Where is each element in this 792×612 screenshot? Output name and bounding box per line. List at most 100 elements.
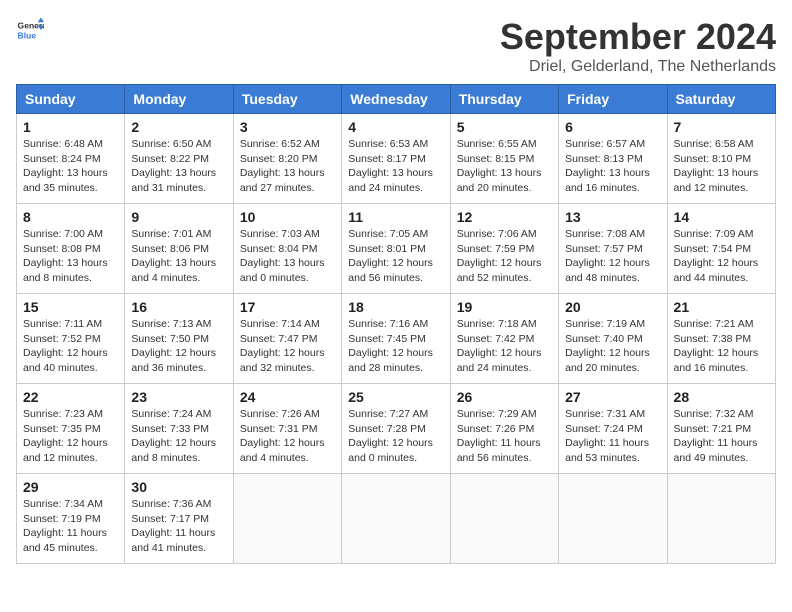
day-number: 15 — [23, 299, 118, 315]
day-info: Sunrise: 7:13 AM Sunset: 7:50 PM Dayligh… — [131, 317, 226, 376]
calendar-cell: 4 Sunrise: 6:53 AM Sunset: 8:17 PM Daylig… — [342, 114, 450, 204]
day-number: 11 — [348, 209, 443, 225]
calendar-table: SundayMondayTuesdayWednesdayThursdayFrid… — [16, 84, 776, 564]
calendar-cell: 3Sunrise: 6:52 AM Sunset: 8:20 PM Daylig… — [233, 114, 341, 204]
month-title: September 2024 — [500, 16, 776, 58]
calendar-cell: 10 Sunrise: 7:03 AM Sunset: 8:04 PM Dayli… — [233, 204, 341, 294]
calendar-cell: 27 Sunrise: 7:31 AM Sunset: 7:24 PM Dayli… — [559, 384, 667, 474]
day-info: Sunrise: 7:08 AM Sunset: 7:57 PM Dayligh… — [565, 227, 660, 286]
calendar-cell — [450, 474, 558, 564]
day-info: Sunrise: 7:26 AM Sunset: 7:31 PM Dayligh… — [240, 407, 335, 466]
day-number: 3 — [240, 119, 335, 135]
day-info: Sunrise: 7:21 AM Sunset: 7:38 PM Dayligh… — [674, 317, 769, 376]
calendar-cell: 5Sunrise: 6:55 AM Sunset: 8:15 PM Daylig… — [450, 114, 558, 204]
day-number: 29 — [23, 479, 118, 495]
calendar-cell — [342, 474, 450, 564]
calendar-cell: 1 Sunrise: 6:48 AM Sunset: 8:24 PM Daylig… — [17, 114, 125, 204]
day-number: 1 — [23, 119, 118, 135]
column-header-thursday: Thursday — [450, 85, 558, 114]
calendar-cell: 14 Sunrise: 7:09 AM Sunset: 7:54 PM Dayli… — [667, 204, 775, 294]
day-number: 2 — [131, 119, 226, 135]
calendar-cell — [233, 474, 341, 564]
calendar-cell: 25 Sunrise: 7:27 AM Sunset: 7:28 PM Dayli… — [342, 384, 450, 474]
day-info: Sunrise: 7:19 AM Sunset: 7:40 PM Dayligh… — [565, 317, 660, 376]
column-header-sunday: Sunday — [17, 85, 125, 114]
day-number: 8 — [23, 209, 118, 225]
calendar-cell: 2Sunrise: 6:50 AM Sunset: 8:22 PM Daylig… — [125, 114, 233, 204]
calendar-week-row: 1 Sunrise: 6:48 AM Sunset: 8:24 PM Daylig… — [17, 114, 776, 204]
calendar-week-row: 22Sunrise: 7:23 AM Sunset: 7:35 PM Dayli… — [17, 384, 776, 474]
calendar-week-row: 15 Sunrise: 7:11 AM Sunset: 7:52 PM Dayli… — [17, 294, 776, 384]
column-header-tuesday: Tuesday — [233, 85, 341, 114]
day-info: Sunrise: 7:29 AM Sunset: 7:26 PM Dayligh… — [457, 407, 552, 466]
calendar-cell: 21Sunrise: 7:21 AM Sunset: 7:38 PM Dayli… — [667, 294, 775, 384]
calendar-cell: 12 Sunrise: 7:06 AM Sunset: 7:59 PM Dayli… — [450, 204, 558, 294]
day-number: 27 — [565, 389, 660, 405]
day-number: 9 — [131, 209, 226, 225]
column-header-friday: Friday — [559, 85, 667, 114]
day-number: 20 — [565, 299, 660, 315]
calendar-cell: 29 Sunrise: 7:34 AM Sunset: 7:19 PM Dayli… — [17, 474, 125, 564]
calendar-cell: 30 Sunrise: 7:36 AM Sunset: 7:17 PM Dayli… — [125, 474, 233, 564]
day-info: Sunrise: 7:36 AM Sunset: 7:17 PM Dayligh… — [131, 497, 226, 556]
day-number: 5 — [457, 119, 552, 135]
day-number: 28 — [674, 389, 769, 405]
calendar-week-row: 29 Sunrise: 7:34 AM Sunset: 7:19 PM Dayli… — [17, 474, 776, 564]
day-number: 23 — [131, 389, 226, 405]
location-subtitle: Driel, Gelderland, The Netherlands — [500, 58, 776, 76]
day-number: 13 — [565, 209, 660, 225]
calendar-cell: 26Sunrise: 7:29 AM Sunset: 7:26 PM Dayli… — [450, 384, 558, 474]
calendar-header-row: SundayMondayTuesdayWednesdayThursdayFrid… — [17, 85, 776, 114]
day-info: Sunrise: 7:11 AM Sunset: 7:52 PM Dayligh… — [23, 317, 118, 376]
day-info: Sunrise: 6:58 AM Sunset: 8:10 PM Dayligh… — [674, 137, 769, 196]
day-number: 16 — [131, 299, 226, 315]
day-info: Sunrise: 7:00 AM Sunset: 8:08 PM Dayligh… — [23, 227, 118, 286]
day-info: Sunrise: 6:48 AM Sunset: 8:24 PM Dayligh… — [23, 137, 118, 196]
calendar-cell: 15 Sunrise: 7:11 AM Sunset: 7:52 PM Dayli… — [17, 294, 125, 384]
day-number: 7 — [674, 119, 769, 135]
day-info: Sunrise: 7:31 AM Sunset: 7:24 PM Dayligh… — [565, 407, 660, 466]
day-info: Sunrise: 7:01 AM Sunset: 8:06 PM Dayligh… — [131, 227, 226, 286]
calendar-cell: 7 Sunrise: 6:58 AM Sunset: 8:10 PM Daylig… — [667, 114, 775, 204]
column-header-wednesday: Wednesday — [342, 85, 450, 114]
day-number: 18 — [348, 299, 443, 315]
calendar-cell — [667, 474, 775, 564]
logo: General Blue — [16, 16, 48, 44]
calendar-cell: 24 Sunrise: 7:26 AM Sunset: 7:31 PM Dayli… — [233, 384, 341, 474]
calendar-cell: 13 Sunrise: 7:08 AM Sunset: 7:57 PM Dayli… — [559, 204, 667, 294]
day-number: 30 — [131, 479, 226, 495]
day-info: Sunrise: 7:34 AM Sunset: 7:19 PM Dayligh… — [23, 497, 118, 556]
svg-text:Blue: Blue — [18, 31, 37, 41]
day-number: 19 — [457, 299, 552, 315]
calendar-cell: 20 Sunrise: 7:19 AM Sunset: 7:40 PM Dayli… — [559, 294, 667, 384]
day-info: Sunrise: 7:14 AM Sunset: 7:47 PM Dayligh… — [240, 317, 335, 376]
day-number: 14 — [674, 209, 769, 225]
day-number: 4 — [348, 119, 443, 135]
logo-icon: General Blue — [16, 16, 44, 44]
day-info: Sunrise: 6:57 AM Sunset: 8:13 PM Dayligh… — [565, 137, 660, 196]
calendar-cell: 18 Sunrise: 7:16 AM Sunset: 7:45 PM Dayli… — [342, 294, 450, 384]
day-number: 10 — [240, 209, 335, 225]
day-info: Sunrise: 6:53 AM Sunset: 8:17 PM Dayligh… — [348, 137, 443, 196]
day-info: Sunrise: 7:23 AM Sunset: 7:35 PM Dayligh… — [23, 407, 118, 466]
calendar-cell: 6 Sunrise: 6:57 AM Sunset: 8:13 PM Daylig… — [559, 114, 667, 204]
day-info: Sunrise: 7:16 AM Sunset: 7:45 PM Dayligh… — [348, 317, 443, 376]
day-number: 25 — [348, 389, 443, 405]
day-info: Sunrise: 7:03 AM Sunset: 8:04 PM Dayligh… — [240, 227, 335, 286]
column-header-monday: Monday — [125, 85, 233, 114]
day-info: Sunrise: 7:06 AM Sunset: 7:59 PM Dayligh… — [457, 227, 552, 286]
header: General Blue September 2024 Driel, Gelde… — [16, 16, 776, 76]
day-info: Sunrise: 7:24 AM Sunset: 7:33 PM Dayligh… — [131, 407, 226, 466]
day-number: 6 — [565, 119, 660, 135]
day-number: 24 — [240, 389, 335, 405]
calendar-cell: 11 Sunrise: 7:05 AM Sunset: 8:01 PM Dayli… — [342, 204, 450, 294]
day-info: Sunrise: 7:05 AM Sunset: 8:01 PM Dayligh… — [348, 227, 443, 286]
day-info: Sunrise: 7:09 AM Sunset: 7:54 PM Dayligh… — [674, 227, 769, 286]
day-number: 12 — [457, 209, 552, 225]
day-info: Sunrise: 7:32 AM Sunset: 7:21 PM Dayligh… — [674, 407, 769, 466]
calendar-week-row: 8 Sunrise: 7:00 AM Sunset: 8:08 PM Daylig… — [17, 204, 776, 294]
day-info: Sunrise: 7:27 AM Sunset: 7:28 PM Dayligh… — [348, 407, 443, 466]
calendar-cell: 28 Sunrise: 7:32 AM Sunset: 7:21 PM Dayli… — [667, 384, 775, 474]
day-info: Sunrise: 7:18 AM Sunset: 7:42 PM Dayligh… — [457, 317, 552, 376]
calendar-cell: 23 Sunrise: 7:24 AM Sunset: 7:33 PM Dayli… — [125, 384, 233, 474]
